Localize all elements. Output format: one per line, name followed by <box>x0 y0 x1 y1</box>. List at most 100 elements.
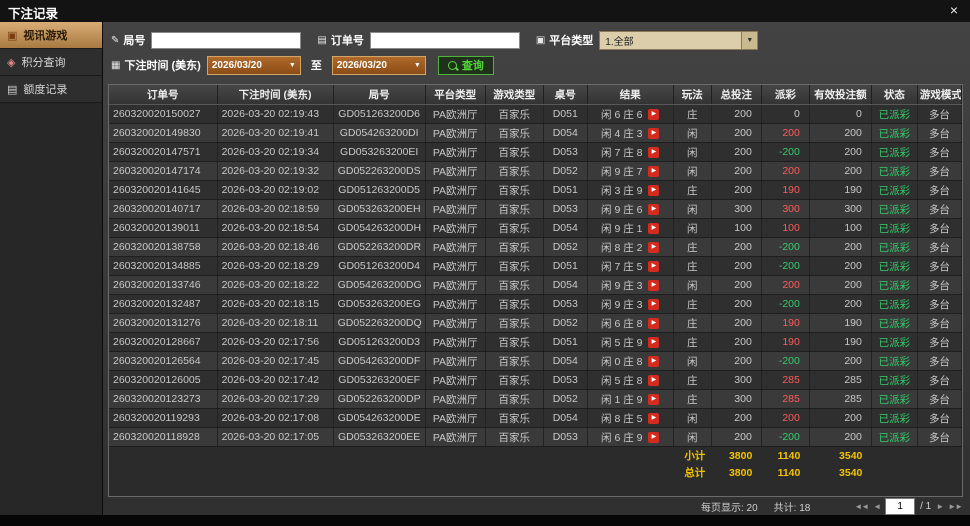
cell-status: 已派彩 <box>871 275 918 295</box>
cell-platform: PA欧洲厅 <box>425 123 486 143</box>
cell-round: GD053263200EF <box>333 370 426 390</box>
table-row: 260320020131276 2026-03-20 02:18:11 GD0522… <box>109 313 962 333</box>
replay-video-icon[interactable]: ▶ <box>648 279 660 291</box>
date-from-picker[interactable]: 2026/03/20 ▼ <box>206 55 301 75</box>
first-page-icon[interactable]: ◄◄ <box>854 502 869 511</box>
result-text: 闲 0 庄 8 <box>601 355 643 368</box>
cell-bet: 200 <box>711 180 762 200</box>
round-no-label: 局号 <box>123 35 146 47</box>
page-number-input[interactable] <box>885 497 916 515</box>
cell-bet: 200 <box>711 256 762 276</box>
cell-platform: PA欧洲厅 <box>425 180 486 200</box>
result-text: 闲 9 庄 3 <box>601 279 643 292</box>
query-button[interactable]: 查询 <box>437 55 494 75</box>
platform-type-select[interactable]: 1.全部 ▼ <box>599 30 759 50</box>
next-page-icon[interactable]: ► <box>936 502 944 511</box>
cell-result: 闲 6 庄 6 ▶ <box>587 104 674 124</box>
filter-row-2: ▦ 下注时间 (美东) 2026/03/20 ▼ 至 2026/03/20 ▼ … <box>103 55 970 75</box>
table-row: 260320020140717 2026-03-20 02:18:59 GD0532… <box>109 199 962 219</box>
to-label: 至 <box>310 60 322 72</box>
replay-video-icon[interactable]: ▶ <box>648 184 660 196</box>
cell-platform: PA欧洲厅 <box>425 294 486 314</box>
query-button-label: 查询 <box>461 60 484 72</box>
cell-result: 闲 9 庄 6 ▶ <box>587 199 674 219</box>
cell-table-no: D054 <box>543 351 588 371</box>
result-content: 闲 9 庄 7 ▶ <box>592 164 669 179</box>
cell-order: 260320020133746 <box>109 275 218 295</box>
cell-game: 百家乐 <box>485 161 544 181</box>
result-content: 闲 1 庄 9 ▶ <box>592 392 669 407</box>
replay-video-icon[interactable]: ▶ <box>648 393 660 405</box>
cell-status: 已派彩 <box>871 408 918 428</box>
replay-video-icon[interactable]: ▶ <box>648 336 660 348</box>
cell-play: 闲 <box>673 142 712 162</box>
cell-game: 百家乐 <box>485 389 544 409</box>
calendar-icon: ▦ <box>111 59 121 71</box>
prev-page-icon[interactable]: ◄ <box>873 502 881 511</box>
replay-video-icon[interactable]: ▶ <box>648 412 660 424</box>
round-no-input[interactable] <box>151 31 302 49</box>
order-no-input[interactable] <box>369 31 520 49</box>
subtotal-payout: 1140 <box>777 449 801 462</box>
cell-mode: 多台 <box>917 180 962 200</box>
sidebar-item-quota-records[interactable]: ▤ 额度记录 <box>0 76 102 103</box>
result-content: 闲 9 庄 1 ▶ <box>592 221 669 236</box>
column-header: 状态 <box>871 85 918 105</box>
cell-platform: PA欧洲厅 <box>425 313 486 333</box>
replay-video-icon[interactable]: ▶ <box>648 108 660 120</box>
cell-valid: 200 <box>809 256 872 276</box>
replay-video-icon[interactable]: ▶ <box>648 241 660 253</box>
replay-video-icon[interactable]: ▶ <box>648 317 660 329</box>
cell-play: 闲 <box>673 199 712 219</box>
cell-play: 庄 <box>673 313 712 333</box>
result-text: 闲 6 庄 6 <box>601 108 643 121</box>
cell-bet: 200 <box>711 275 762 295</box>
cell-status: 已派彩 <box>871 370 918 390</box>
replay-video-icon[interactable]: ▶ <box>648 355 660 367</box>
sidebar-item-points-query[interactable]: ◈ 积分查询 <box>0 49 102 76</box>
replay-video-icon[interactable]: ▶ <box>648 260 660 272</box>
table-row: 260320020133746 2026-03-20 02:18:22 GD0542… <box>109 275 962 295</box>
cell-order: 260320020147571 <box>109 142 218 162</box>
cell-result: 闲 8 庄 2 ▶ <box>587 237 674 257</box>
cell-result: 闲 9 庄 7 ▶ <box>587 161 674 181</box>
table-row: 260320020139011 2026-03-20 02:18:54 GD0542… <box>109 218 962 238</box>
replay-video-icon[interactable]: ▶ <box>648 222 660 234</box>
last-page-icon[interactable]: ►► <box>948 502 963 511</box>
table-body: 260320020150027 2026-03-20 02:19:43 GD0512… <box>109 104 962 447</box>
grand-total-valid-bet: 3540 <box>839 466 863 479</box>
replay-video-icon[interactable]: ▶ <box>648 298 660 310</box>
replay-video-icon[interactable]: ▶ <box>648 374 660 386</box>
close-icon[interactable]: × <box>950 2 958 18</box>
cell-bet: 200 <box>711 332 762 352</box>
replay-video-icon[interactable]: ▶ <box>648 146 660 158</box>
cell-payout: 200 <box>761 408 810 428</box>
cell-game: 百家乐 <box>485 256 544 276</box>
replay-video-icon[interactable]: ▶ <box>648 165 660 177</box>
result-content: 闲 6 庄 9 ▶ <box>592 430 669 445</box>
cell-payout: 200 <box>761 275 810 295</box>
sidebar-item-video-games[interactable]: ▣ 视讯游戏 <box>0 22 102 49</box>
replay-video-icon[interactable]: ▶ <box>648 127 660 139</box>
cell-status: 已派彩 <box>871 389 918 409</box>
window-bottom-edge <box>0 515 970 526</box>
cell-order: 260320020123273 <box>109 389 218 409</box>
search-icon <box>447 60 457 70</box>
date-to-picker[interactable]: 2026/03/20 ▼ <box>331 55 426 75</box>
cell-time: 2026-03-20 02:17:08 <box>217 408 334 428</box>
cell-valid: 200 <box>809 408 872 428</box>
grand-total-spacer <box>109 464 673 481</box>
cell-game: 百家乐 <box>485 332 544 352</box>
cell-payout: 200 <box>761 123 810 143</box>
cell-bet: 200 <box>711 294 762 314</box>
date-from-value: 2026/03/20 <box>211 59 262 71</box>
cell-table-no: D052 <box>543 161 588 181</box>
result-text: 闲 6 庄 9 <box>601 431 643 444</box>
replay-video-icon[interactable]: ▶ <box>648 203 660 215</box>
cell-bet: 300 <box>711 389 762 409</box>
result-content: 闲 7 庄 5 ▶ <box>592 259 669 274</box>
grand-total-spacer-end <box>871 464 961 481</box>
replay-video-icon[interactable]: ▶ <box>648 431 660 443</box>
cell-play: 庄 <box>673 180 712 200</box>
cell-bet: 200 <box>711 313 762 333</box>
